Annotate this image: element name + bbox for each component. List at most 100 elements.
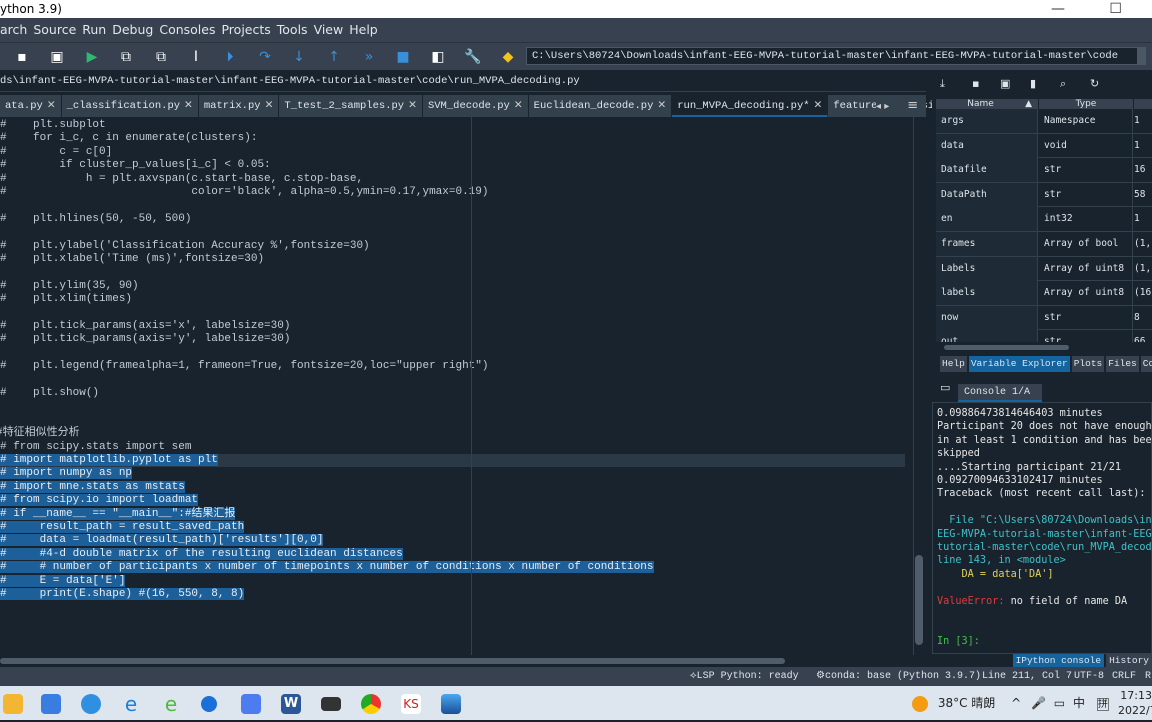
code-line[interactable]: # #4-d double matrix of the resulting eu… bbox=[0, 547, 403, 561]
code-line[interactable]: # E = data['E'] bbox=[0, 574, 126, 588]
code-line[interactable]: # plt.ylabel('Classification Accuracy %'… bbox=[0, 240, 370, 253]
terminal-icon[interactable] bbox=[321, 697, 341, 711]
editor-scroll-thumb[interactable] bbox=[915, 555, 923, 645]
close-tab-icon[interactable]: ✕ bbox=[514, 100, 523, 112]
menu-run[interactable]: Run bbox=[82, 22, 106, 37]
menu-consoles[interactable]: Consoles bbox=[159, 22, 215, 37]
console-tab[interactable]: Console 1/A ✕ bbox=[958, 384, 1042, 416]
code-line[interactable]: # print(E.shape) #(16, 550, 8, 8) bbox=[0, 588, 245, 601]
code-editor[interactable]: # plt.subplot # for i_c, c in enumerate(c… bbox=[0, 117, 913, 655]
code-line[interactable]: # import numpy as np bbox=[0, 467, 133, 480]
menu-projects[interactable]: Projects bbox=[221, 22, 270, 37]
clock[interactable]: 17:13 2022/7 bbox=[1118, 688, 1152, 718]
step-return-icon[interactable]: ↑ bbox=[325, 48, 343, 66]
save-all-icon[interactable]: ▣ bbox=[48, 48, 66, 66]
save-icon[interactable]: ▪ bbox=[13, 48, 31, 66]
code-line[interactable]: # if __name__ == "__main__":#结果汇报 bbox=[0, 507, 236, 521]
maximize-pane-icon[interactable]: ◧ bbox=[429, 48, 447, 66]
menu-help[interactable]: Help bbox=[349, 22, 378, 37]
save-data-as-icon[interactable]: ▣ bbox=[1000, 77, 1010, 90]
tab-navigation[interactable]: ◂ ▸ ≡ bbox=[876, 95, 926, 117]
pane-tab-help[interactable]: Help bbox=[940, 356, 967, 372]
code-line[interactable]: # color='black', alpha=0.5,ymin=0.17,yma… bbox=[0, 186, 488, 199]
app-feather-icon[interactable] bbox=[81, 694, 101, 714]
menu-tools[interactable]: Tools bbox=[277, 22, 308, 37]
photos-icon[interactable] bbox=[441, 694, 461, 714]
code-line[interactable]: #特征相似性分析 bbox=[0, 427, 80, 440]
editor-tab[interactable]: T_test_2_samples.py ✕ bbox=[279, 95, 423, 117]
step-into-icon[interactable]: ↓ bbox=[290, 48, 308, 66]
editor-tab[interactable]: matrix.py ✕ bbox=[199, 95, 280, 117]
ime-mode[interactable]: 中 bbox=[1073, 696, 1085, 710]
remove-all-icon[interactable]: ▮ bbox=[1030, 77, 1036, 90]
code-line[interactable]: # import matplotlib.pyplot as plt bbox=[0, 454, 905, 468]
search-icon[interactable]: ⌕ bbox=[1060, 77, 1066, 91]
network-icon[interactable]: ▭ bbox=[1054, 696, 1065, 710]
editor-tab[interactable]: _classification.py ✕ bbox=[62, 95, 199, 117]
column-header-name[interactable]: Name ▲ bbox=[936, 99, 1038, 109]
code-line[interactable]: # plt.ylim(35, 90) bbox=[0, 280, 139, 293]
console-menu-icon[interactable]: ▭ bbox=[940, 381, 950, 394]
close-tab-icon[interactable]: ✕ bbox=[814, 100, 823, 112]
variable-row[interactable]: now str 8 bbox=[936, 305, 1152, 331]
ie-browser-icon[interactable]: e bbox=[121, 694, 141, 714]
variable-row[interactable]: en int32 1 bbox=[936, 207, 1152, 232]
variable-row[interactable]: DataPath str 58 bbox=[936, 182, 1152, 208]
column-header-type[interactable]: Type bbox=[1039, 99, 1133, 109]
ipython-console[interactable]: 0.09886473814646403 minutes Participant 2… bbox=[932, 402, 1152, 654]
code-line[interactable]: # result_path = result_saved_path bbox=[0, 521, 245, 534]
close-tab-icon[interactable]: ✕ bbox=[47, 100, 56, 112]
stop-icon[interactable]: ■ bbox=[394, 48, 412, 66]
continue-icon[interactable]: » bbox=[360, 48, 378, 66]
scroll-tabs-icon[interactable]: ◂ ▸ bbox=[876, 101, 889, 112]
step-over-icon[interactable]: ↷ bbox=[256, 48, 274, 66]
code-line[interactable]: # data = loadmat(result_path)['results']… bbox=[0, 534, 324, 547]
app-bird-icon[interactable] bbox=[41, 694, 61, 714]
ime-pinyin[interactable]: 拼 bbox=[1096, 698, 1109, 711]
wrench-icon[interactable]: 🔧 bbox=[464, 48, 482, 66]
run-selection-icon[interactable]: I bbox=[187, 48, 205, 66]
code-line[interactable]: # plt.tick_params(axis='y', labelsize=30… bbox=[0, 333, 290, 346]
code-line[interactable]: # plt.xlim(times) bbox=[0, 293, 132, 306]
show-hidden-icons[interactable]: ^ bbox=[1011, 696, 1021, 710]
tab-menu-icon[interactable]: ≡ bbox=[907, 98, 918, 113]
menu-search[interactable]: arch bbox=[0, 22, 27, 37]
close-tab-icon[interactable]: ✕ bbox=[657, 100, 666, 112]
word-icon[interactable]: W bbox=[281, 694, 301, 714]
debug-icon[interactable]: ⏵ bbox=[221, 48, 239, 66]
microphone-icon[interactable]: 🎤 bbox=[1031, 696, 1046, 710]
code-line[interactable]: # from scipy.io import loadmat bbox=[0, 494, 199, 507]
code-line[interactable]: # for i_c, c in enumerate(clusters): bbox=[0, 132, 257, 145]
variable-row[interactable]: out str 66 bbox=[936, 330, 1152, 342]
code-line[interactable]: # c = c[0] bbox=[0, 146, 112, 159]
variable-row[interactable]: Datafile str 16 bbox=[936, 158, 1152, 183]
code-line[interactable]: # # number of participants x number of t… bbox=[0, 561, 654, 574]
weather[interactable]: 38°C 晴朗 bbox=[938, 696, 995, 710]
code-line[interactable]: # plt.legend(framealpha=1, frameon=True,… bbox=[0, 360, 488, 373]
browser-360-icon[interactable]: e bbox=[161, 694, 181, 714]
variable-row[interactable]: labels Array of uint8 (16 bbox=[936, 281, 1152, 306]
editor-tab[interactable]: SVM_decode.py ✕ bbox=[423, 95, 529, 117]
code-line[interactable]: # plt.tick_params(axis='x', labelsize=30… bbox=[0, 320, 290, 333]
working-directory-input[interactable]: C:\Users\80724\Downloads\infant-EEG-MVPA… bbox=[526, 47, 1138, 65]
editor-tab[interactable]: Euclidean_decode.py ✕ bbox=[529, 95, 673, 117]
run-icon[interactable]: ▶ bbox=[83, 48, 101, 66]
tab-history[interactable]: History bbox=[1106, 654, 1152, 668]
code-line[interactable]: # plt.subplot bbox=[0, 119, 106, 132]
window-controls[interactable]: — ☐ bbox=[1051, 0, 1142, 18]
code-line[interactable]: # from scipy.stats import sem bbox=[0, 441, 191, 454]
close-tab-icon[interactable]: ✕ bbox=[408, 100, 417, 112]
close-tab-icon[interactable]: ✕ bbox=[265, 100, 274, 112]
code-line[interactable]: # plt.show() bbox=[0, 387, 99, 400]
save-data-icon[interactable]: ▪ bbox=[972, 77, 979, 90]
variable-row[interactable]: frames Array of bool (1, bbox=[936, 232, 1152, 257]
chrome-icon[interactable] bbox=[361, 694, 381, 714]
code-line[interactable]: # plt.hlines(50, -50, 500) bbox=[0, 213, 191, 226]
variable-table-hscroll-thumb[interactable] bbox=[944, 345, 1069, 350]
editor-tab[interactable]: run_MVPA_decoding.py* ✕ bbox=[672, 95, 829, 117]
working-directory-dropdown[interactable] bbox=[1138, 47, 1146, 65]
close-tab-icon[interactable]: ✕ bbox=[184, 100, 193, 112]
pane-tab-cod[interactable]: Cod bbox=[1140, 356, 1152, 372]
run-cell-icon[interactable]: ⧉ bbox=[117, 48, 135, 66]
app-note-icon[interactable] bbox=[241, 694, 261, 714]
